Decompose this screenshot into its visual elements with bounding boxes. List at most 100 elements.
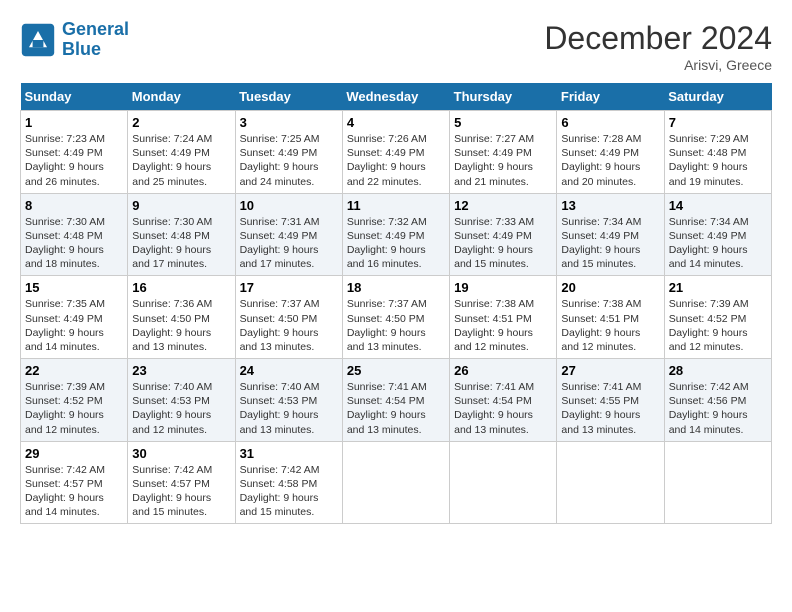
calendar-cell: 9 Sunrise: 7:30 AM Sunset: 4:48 PM Daylig… (128, 193, 235, 276)
weekday-header: Tuesday (235, 83, 342, 111)
calendar-cell: 30 Sunrise: 7:42 AM Sunset: 4:57 PM Dayli… (128, 441, 235, 524)
cell-sun-info: Sunrise: 7:27 AM Sunset: 4:49 PM Dayligh… (454, 132, 552, 189)
day-number: 12 (454, 198, 552, 213)
day-number: 5 (454, 115, 552, 130)
cell-sun-info: Sunrise: 7:33 AM Sunset: 4:49 PM Dayligh… (454, 215, 552, 272)
day-number: 18 (347, 280, 445, 295)
cell-sun-info: Sunrise: 7:37 AM Sunset: 4:50 PM Dayligh… (347, 297, 445, 354)
cell-sun-info: Sunrise: 7:40 AM Sunset: 4:53 PM Dayligh… (240, 380, 338, 437)
cell-sun-info: Sunrise: 7:26 AM Sunset: 4:49 PM Dayligh… (347, 132, 445, 189)
calendar-cell: 19Sunrise: 7:38 AM Sunset: 4:51 PM Dayli… (450, 276, 557, 359)
logo: General Blue (20, 20, 129, 60)
day-number: 20 (561, 280, 659, 295)
calendar-cell: 21Sunrise: 7:39 AM Sunset: 4:52 PM Dayli… (664, 276, 771, 359)
cell-sun-info: Sunrise: 7:42 AM Sunset: 4:56 PM Dayligh… (669, 380, 767, 437)
day-number: 6 (561, 115, 659, 130)
calendar-table: SundayMondayTuesdayWednesdayThursdayFrid… (20, 83, 772, 524)
calendar-week-row: 29 Sunrise: 7:42 AM Sunset: 4:57 PM Dayli… (21, 441, 772, 524)
cell-sun-info: Sunrise: 7:24 AM Sunset: 4:49 PM Dayligh… (132, 132, 230, 189)
weekday-header: Saturday (664, 83, 771, 111)
cell-sun-info: Sunrise: 7:23 AM Sunset: 4:49 PM Dayligh… (25, 132, 123, 189)
calendar-cell: 16 Sunrise: 7:36 AM Sunset: 4:50 PM Dayli… (128, 276, 235, 359)
day-number: 7 (669, 115, 767, 130)
day-number: 10 (240, 198, 338, 213)
calendar-week-row: 22Sunrise: 7:39 AM Sunset: 4:52 PM Dayli… (21, 359, 772, 442)
cell-sun-info: Sunrise: 7:30 AM Sunset: 4:48 PM Dayligh… (25, 215, 123, 272)
weekday-header: Wednesday (342, 83, 449, 111)
weekday-header: Monday (128, 83, 235, 111)
location: Arisvi, Greece (544, 57, 772, 73)
calendar-cell: 6 Sunrise: 7:28 AM Sunset: 4:49 PM Daylig… (557, 111, 664, 194)
day-number: 25 (347, 363, 445, 378)
cell-sun-info: Sunrise: 7:40 AM Sunset: 4:53 PM Dayligh… (132, 380, 230, 437)
day-number: 14 (669, 198, 767, 213)
page-header: General Blue December 2024 Arisvi, Greec… (20, 20, 772, 73)
calendar-cell (664, 441, 771, 524)
title-block: December 2024 Arisvi, Greece (544, 20, 772, 73)
calendar-cell: 20 Sunrise: 7:38 AM Sunset: 4:51 PM Dayli… (557, 276, 664, 359)
day-number: 26 (454, 363, 552, 378)
day-number: 17 (240, 280, 338, 295)
day-number: 30 (132, 446, 230, 461)
day-number: 31 (240, 446, 338, 461)
calendar-cell: 26 Sunrise: 7:41 AM Sunset: 4:54 PM Dayli… (450, 359, 557, 442)
day-number: 23 (132, 363, 230, 378)
day-number: 11 (347, 198, 445, 213)
day-number: 1 (25, 115, 123, 130)
calendar-week-row: 8 Sunrise: 7:30 AM Sunset: 4:48 PM Daylig… (21, 193, 772, 276)
weekday-header: Friday (557, 83, 664, 111)
cell-sun-info: Sunrise: 7:29 AM Sunset: 4:48 PM Dayligh… (669, 132, 767, 189)
calendar-cell: 29Sunrise: 7:42 AM Sunset: 4:57 PM Dayli… (21, 441, 128, 524)
logo-line2: Blue (62, 39, 101, 59)
day-number: 3 (240, 115, 338, 130)
calendar-cell: 25 Sunrise: 7:41 AM Sunset: 4:54 PM Dayli… (342, 359, 449, 442)
day-number: 2 (132, 115, 230, 130)
cell-sun-info: Sunrise: 7:30 AM Sunset: 4:48 PM Dayligh… (132, 215, 230, 272)
day-number: 22 (25, 363, 123, 378)
cell-sun-info: Sunrise: 7:38 AM Sunset: 4:51 PM Dayligh… (561, 297, 659, 354)
calendar-cell: 24Sunrise: 7:40 AM Sunset: 4:53 PM Dayli… (235, 359, 342, 442)
calendar-cell: 12 Sunrise: 7:33 AM Sunset: 4:49 PM Dayli… (450, 193, 557, 276)
weekday-header: Sunday (21, 83, 128, 111)
calendar-cell (450, 441, 557, 524)
cell-sun-info: Sunrise: 7:39 AM Sunset: 4:52 PM Dayligh… (669, 297, 767, 354)
calendar-cell: 11Sunrise: 7:32 AM Sunset: 4:49 PM Dayli… (342, 193, 449, 276)
cell-sun-info: Sunrise: 7:28 AM Sunset: 4:49 PM Dayligh… (561, 132, 659, 189)
cell-sun-info: Sunrise: 7:42 AM Sunset: 4:57 PM Dayligh… (132, 463, 230, 520)
day-number: 9 (132, 198, 230, 213)
day-number: 8 (25, 198, 123, 213)
weekday-header-row: SundayMondayTuesdayWednesdayThursdayFrid… (21, 83, 772, 111)
calendar-cell: 14Sunrise: 7:34 AM Sunset: 4:49 PM Dayli… (664, 193, 771, 276)
logo-text: General Blue (62, 20, 129, 60)
month-title: December 2024 (544, 20, 772, 57)
day-number: 4 (347, 115, 445, 130)
cell-sun-info: Sunrise: 7:34 AM Sunset: 4:49 PM Dayligh… (561, 215, 659, 272)
cell-sun-info: Sunrise: 7:36 AM Sunset: 4:50 PM Dayligh… (132, 297, 230, 354)
calendar-cell: 4 Sunrise: 7:26 AM Sunset: 4:49 PM Daylig… (342, 111, 449, 194)
cell-sun-info: Sunrise: 7:37 AM Sunset: 4:50 PM Dayligh… (240, 297, 338, 354)
cell-sun-info: Sunrise: 7:41 AM Sunset: 4:54 PM Dayligh… (454, 380, 552, 437)
calendar-week-row: 1 Sunrise: 7:23 AM Sunset: 4:49 PM Daylig… (21, 111, 772, 194)
calendar-cell: 17 Sunrise: 7:37 AM Sunset: 4:50 PM Dayli… (235, 276, 342, 359)
calendar-cell: 18 Sunrise: 7:37 AM Sunset: 4:50 PM Dayli… (342, 276, 449, 359)
calendar-cell: 28Sunrise: 7:42 AM Sunset: 4:56 PM Dayli… (664, 359, 771, 442)
calendar-cell: 1 Sunrise: 7:23 AM Sunset: 4:49 PM Daylig… (21, 111, 128, 194)
cell-sun-info: Sunrise: 7:41 AM Sunset: 4:55 PM Dayligh… (561, 380, 659, 437)
calendar-cell: 22Sunrise: 7:39 AM Sunset: 4:52 PM Dayli… (21, 359, 128, 442)
day-number: 13 (561, 198, 659, 213)
day-number: 15 (25, 280, 123, 295)
calendar-cell: 2 Sunrise: 7:24 AM Sunset: 4:49 PM Daylig… (128, 111, 235, 194)
calendar-cell: 31 Sunrise: 7:42 AM Sunset: 4:58 PM Dayli… (235, 441, 342, 524)
weekday-header: Thursday (450, 83, 557, 111)
logo-icon (20, 22, 56, 58)
calendar-cell (557, 441, 664, 524)
calendar-cell: 7 Sunrise: 7:29 AM Sunset: 4:48 PM Daylig… (664, 111, 771, 194)
calendar-cell: 3Sunrise: 7:25 AM Sunset: 4:49 PM Daylig… (235, 111, 342, 194)
cell-sun-info: Sunrise: 7:42 AM Sunset: 4:58 PM Dayligh… (240, 463, 338, 520)
cell-sun-info: Sunrise: 7:41 AM Sunset: 4:54 PM Dayligh… (347, 380, 445, 437)
cell-sun-info: Sunrise: 7:31 AM Sunset: 4:49 PM Dayligh… (240, 215, 338, 272)
cell-sun-info: Sunrise: 7:35 AM Sunset: 4:49 PM Dayligh… (25, 297, 123, 354)
day-number: 29 (25, 446, 123, 461)
calendar-cell: 27Sunrise: 7:41 AM Sunset: 4:55 PM Dayli… (557, 359, 664, 442)
day-number: 16 (132, 280, 230, 295)
